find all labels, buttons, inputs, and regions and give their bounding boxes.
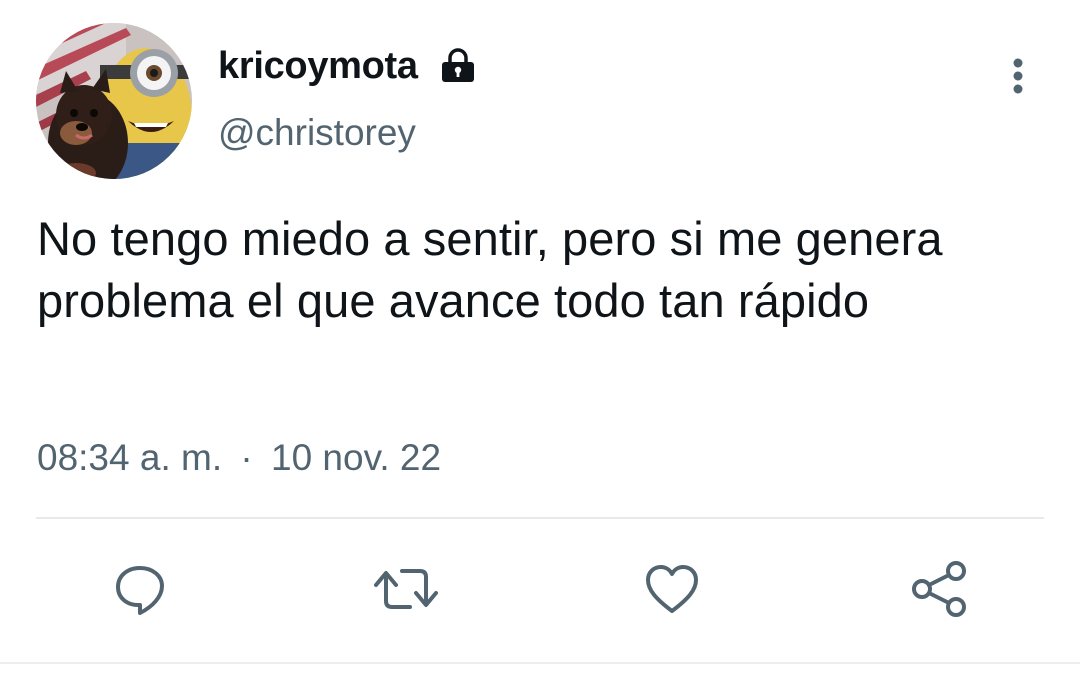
bottom-divider <box>0 662 1080 664</box>
tweet-text: No tengo miedo a sentir, pero si me gene… <box>37 212 943 327</box>
share-button[interactable] <box>902 553 974 625</box>
heart-icon <box>646 565 698 613</box>
user-handle[interactable]: @christorey <box>218 112 416 154</box>
more-vertical-icon <box>1013 58 1023 94</box>
share-icon <box>912 561 966 617</box>
tweet-timestamp[interactable]: 08:34 a. m. · 10 nov. 22 <box>37 437 441 479</box>
retweet-button[interactable] <box>370 553 442 625</box>
retweet-icon <box>374 569 438 609</box>
reply-button[interactable] <box>104 553 176 625</box>
tweet-actions <box>0 553 1080 625</box>
lock-icon <box>438 46 478 86</box>
avatar-photo <box>36 23 192 179</box>
tweet-date: 10 nov. 22 <box>271 437 442 478</box>
timestamp-separator: · <box>240 437 253 478</box>
reply-icon <box>116 566 164 615</box>
divider <box>36 517 1044 519</box>
tweet-card: kricoymota @christorey No tengo miedo a … <box>0 0 1080 681</box>
like-button[interactable] <box>636 553 708 625</box>
author-name-row: kricoymota <box>218 44 478 88</box>
avatar[interactable] <box>36 23 192 179</box>
tweet-time: 08:34 a. m. <box>37 437 223 478</box>
display-name[interactable]: kricoymota <box>218 45 418 88</box>
more-options-button[interactable] <box>998 52 1038 100</box>
